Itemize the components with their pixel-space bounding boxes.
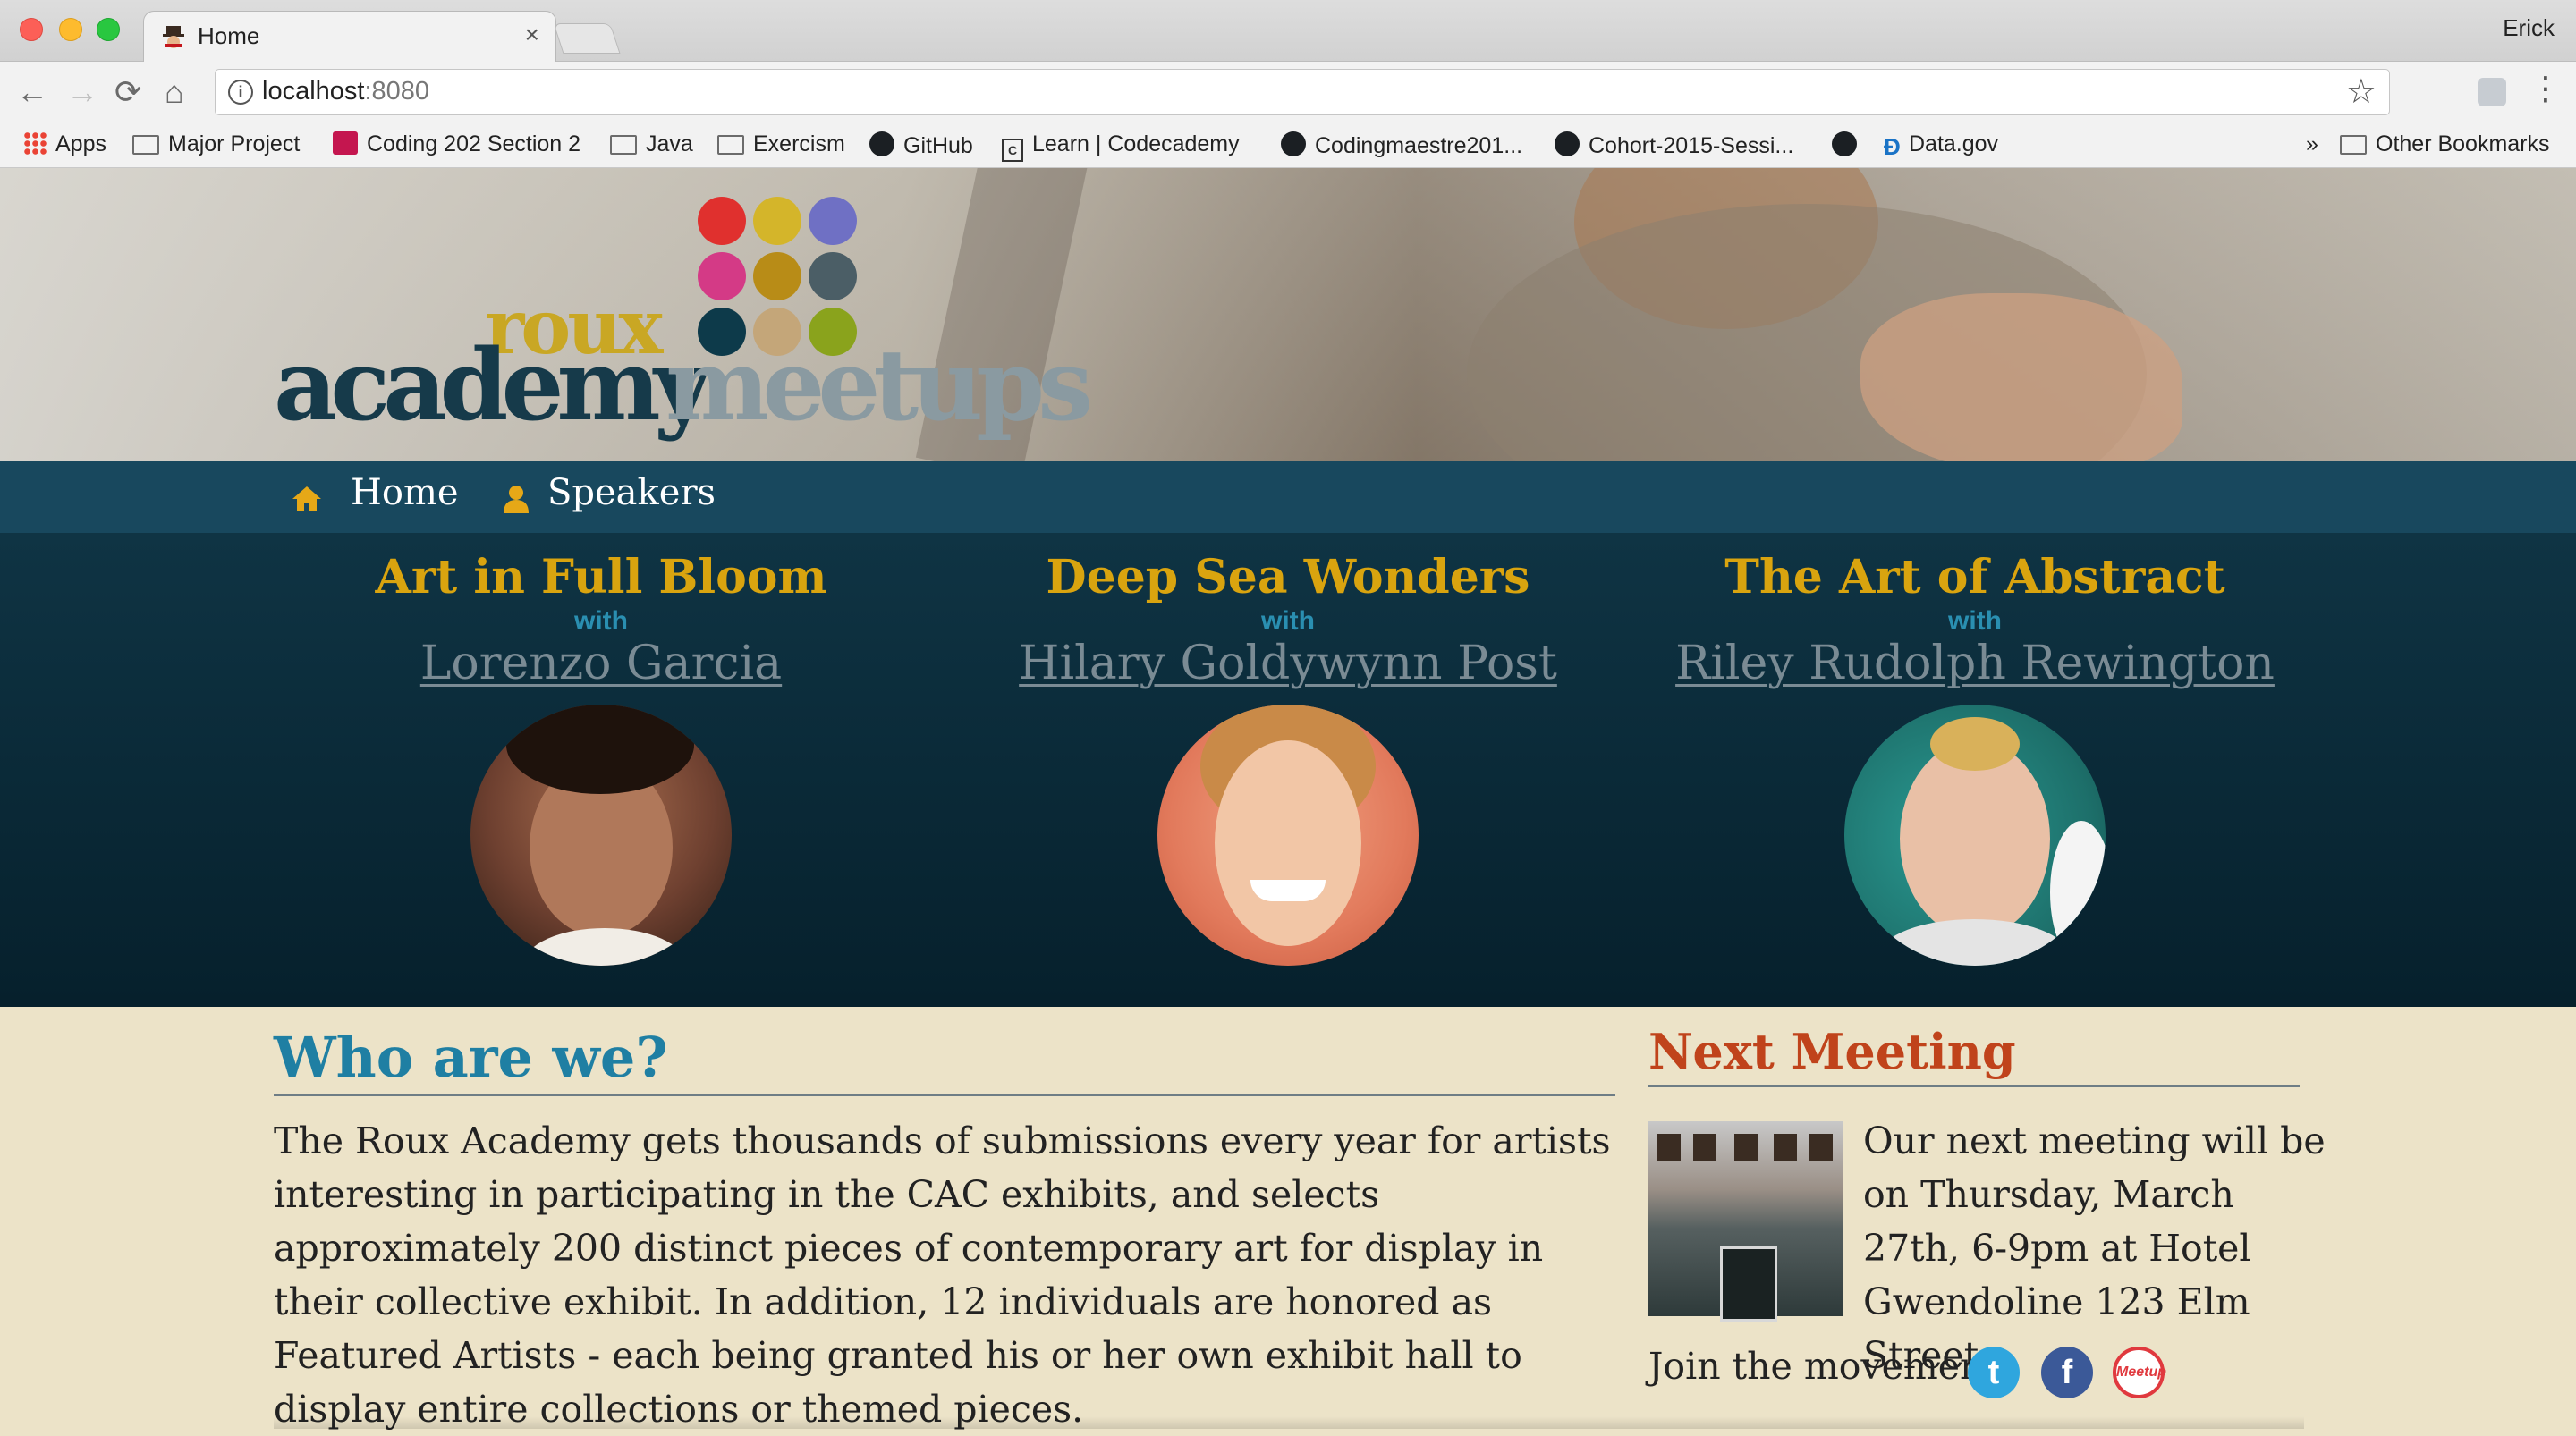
logo-dot [698, 252, 746, 300]
github-icon [1555, 131, 1580, 156]
folder-icon [2340, 135, 2367, 155]
bookmark-apps[interactable]: Apps [23, 131, 106, 157]
logo-dot [753, 197, 801, 245]
browser-menu-icon[interactable]: ⋮ [2529, 71, 2562, 106]
meetup-icon[interactable]: Meetup [2113, 1347, 2166, 1398]
home-icon [292, 486, 321, 511]
codecademy-icon: C [1002, 139, 1023, 162]
join-movement-label: Join the movement: [1648, 1345, 2011, 1388]
new-tab-button[interactable] [553, 23, 621, 54]
speaker-name-link[interactable]: Hilary Goldywynn Post [930, 635, 1646, 692]
bookmark-codingmaestre[interactable]: Codingmaestre201... [1281, 131, 1522, 159]
browser-titlebar: Home × Erick [0, 0, 2576, 63]
content-bottom-shadow [274, 1416, 2304, 1429]
hotel-photo [1648, 1121, 1843, 1322]
hotel-window [1657, 1134, 1681, 1161]
apps-icon [23, 131, 47, 155]
bookmark-coding-202[interactable]: Coding 202 Section 2 [333, 131, 580, 157]
hotel-window [1774, 1134, 1797, 1161]
hotel-window [1693, 1134, 1716, 1161]
user-icon [504, 486, 529, 513]
speaker-talk-title: The Art of Abstract [1724, 550, 2225, 604]
facebook-icon[interactable]: f [2041, 1347, 2093, 1398]
web-page: roux academy meetups Home Speakers Art i… [0, 168, 2576, 1431]
browser-tab-home[interactable]: Home × [143, 11, 556, 63]
tab-favicon-icon [163, 26, 184, 48]
folder-icon [717, 135, 744, 155]
coding202-icon [333, 131, 358, 155]
speaker-talk-title: Deep Sea Wonders [1046, 550, 1530, 604]
folder-icon [610, 135, 637, 155]
url-text[interactable]: localhost:8080 [262, 77, 429, 106]
hero-background-shape [1860, 293, 2182, 461]
forward-arrow-icon[interactable]: → [66, 74, 98, 110]
bookmark-codecademy[interactable]: C Learn | Codecademy [1002, 131, 1240, 162]
bookmark-star-icon[interactable]: ☆ [2346, 72, 2377, 112]
speaker-talk-title: Art in Full Bloom [375, 550, 827, 604]
datagov-icon: Ð [1884, 133, 1901, 160]
speaker-card: Deep Sea Wonders with Hilary Goldywynn P… [930, 549, 1646, 966]
bookmark-other[interactable]: Other Bookmarks [2340, 131, 2550, 157]
logo-word-academy: academy [274, 327, 711, 443]
site-info-icon[interactable]: i [228, 80, 253, 105]
logo-dot [753, 252, 801, 300]
maximize-window-button[interactable] [97, 18, 120, 41]
reload-icon[interactable]: ⟳ [114, 74, 141, 110]
speaker-with-label: with [574, 606, 628, 636]
logo-dot [809, 197, 857, 245]
next-meeting-heading: Next Meeting [1648, 1018, 2300, 1087]
hotel-window [1809, 1134, 1833, 1161]
speaker-avatar[interactable] [1157, 705, 1419, 966]
minimize-window-button[interactable] [59, 18, 82, 41]
github-icon [1281, 131, 1306, 156]
speaker-avatar[interactable] [1844, 705, 2106, 966]
hero-banner: roux academy meetups [0, 168, 2576, 461]
hotel-door [1720, 1246, 1777, 1322]
tab-title: Home [198, 22, 260, 49]
github-icon [869, 131, 894, 156]
speaker-name-link[interactable]: Lorenzo Garcia [243, 635, 959, 692]
bookmark-cohort[interactable]: Cohort-2015-Sessi... [1555, 131, 1793, 159]
logo-dot [698, 197, 746, 245]
who-are-we-text: The Roux Academy gets thousands of submi… [274, 1119, 1611, 1431]
bookmark-java[interactable]: Java [610, 131, 693, 157]
site-navbar: Home Speakers [0, 461, 2576, 533]
speaker-with-label: with [1261, 606, 1315, 636]
bookmark-unnamed-github[interactable] [1832, 131, 1866, 159]
browser-toolbar: ← → ⟳ ⌂ i localhost:8080 ☆ ⋮ [0, 62, 2576, 122]
bookmark-exercism[interactable]: Exercism [717, 131, 845, 157]
tab-close-icon[interactable]: × [525, 21, 539, 49]
back-arrow-icon[interactable]: ← [16, 74, 48, 110]
nav-link-speakers[interactable]: Speakers [547, 472, 716, 513]
bookmark-github[interactable]: GitHub [869, 131, 973, 159]
logo-dot [809, 252, 857, 300]
folder-icon [132, 135, 159, 155]
speakers-section: Art in Full Bloom with Lorenzo Garcia De… [0, 533, 2576, 1007]
home-button-icon[interactable]: ⌂ [165, 74, 184, 110]
speaker-card: The Art of Abstract with Riley Rudolph R… [1617, 549, 2333, 966]
close-window-button[interactable] [20, 18, 43, 41]
speaker-card: Art in Full Bloom with Lorenzo Garcia [243, 549, 959, 966]
who-are-we-heading: Who are we? [274, 1021, 1615, 1096]
bookmark-datagov[interactable]: Ð Data.gov [1884, 131, 1998, 159]
speaker-with-label: with [1948, 606, 2002, 636]
speaker-name-link[interactable]: Riley Rudolph Rewington [1617, 635, 2333, 692]
speaker-avatar[interactable] [470, 705, 732, 966]
main-content: Who are we? The Roux Academy gets thousa… [0, 1007, 2576, 1431]
bookmarks-overflow-icon[interactable]: » [2306, 131, 2318, 157]
hotel-window [1734, 1134, 1758, 1161]
twitter-icon[interactable]: t [1968, 1347, 2020, 1398]
site-logo[interactable]: roux academy meetups [274, 195, 1093, 461]
logo-word-meetups: meetups [665, 327, 1093, 443]
address-bar[interactable]: i localhost:8080 ☆ [215, 69, 2390, 115]
github-icon [1832, 131, 1857, 156]
profile-name[interactable]: Erick [2503, 14, 2555, 42]
nav-link-home[interactable]: Home [351, 472, 459, 513]
bookmark-major-project[interactable]: Major Project [132, 131, 300, 157]
extension-icon[interactable] [2478, 78, 2506, 106]
bookmarks-bar: Apps Major Project Coding 202 Section 2 … [0, 122, 2576, 168]
